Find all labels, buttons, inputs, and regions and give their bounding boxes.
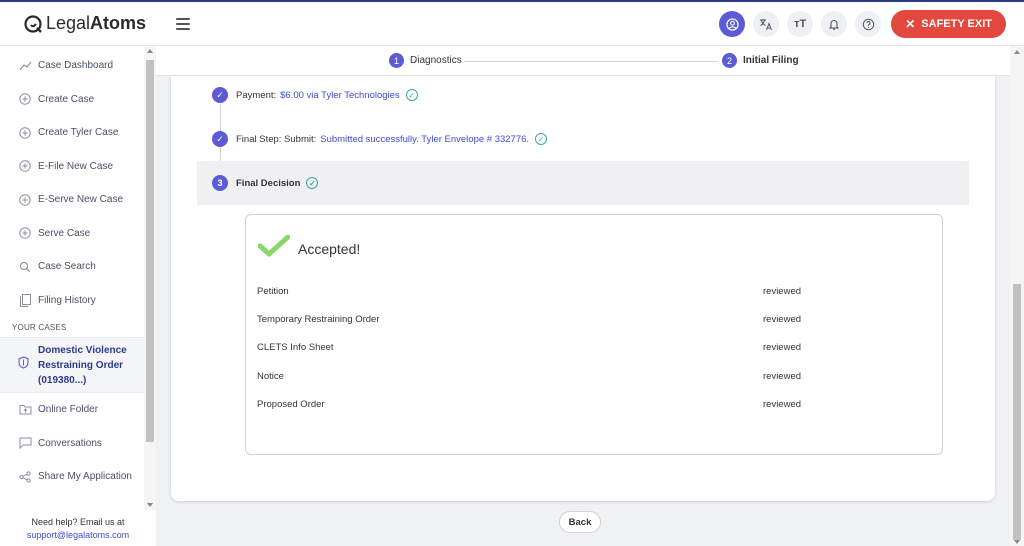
sidebar-item-case-dashboard[interactable]: Case Dashboard	[0, 49, 144, 83]
sidebar-item-online-folder[interactable]: Online Folder	[0, 393, 144, 427]
plus-circle-icon	[18, 126, 32, 140]
chat-icon	[18, 436, 32, 450]
step-number-badge: 3	[212, 175, 228, 191]
menu-toggle-button[interactable]	[176, 17, 190, 30]
check-circle-icon: ✓	[535, 133, 548, 145]
translate-icon[interactable]	[753, 11, 780, 37]
logo-icon	[24, 14, 44, 34]
scroll-down-arrow-icon[interactable]	[1014, 540, 1020, 544]
check-icon: ✓	[212, 131, 228, 147]
main-scrollbar[interactable]	[1010, 46, 1024, 546]
document-row: Temporary Restraining Order reviewed	[257, 314, 802, 325]
step-initial-filing[interactable]: 2 Initial Filing	[722, 53, 799, 68]
sidebar-item-serve-case[interactable]: Serve Case	[0, 217, 144, 251]
submit-step: ✓ Final Step: Submit: Submitted successf…	[212, 131, 548, 147]
sidebar-item-create-case[interactable]: Create Case	[0, 83, 144, 117]
logo[interactable]: LegalAtoms	[24, 13, 154, 34]
scroll-down-arrow-icon[interactable]	[147, 503, 153, 507]
your-cases-heading: YOUR CASES	[12, 322, 67, 332]
shield-icon	[18, 356, 32, 374]
main-scrollbar-thumb[interactable]	[1013, 284, 1021, 540]
plus-circle-icon	[18, 226, 32, 240]
green-checkmark-icon	[257, 234, 291, 262]
top-bar: LegalAtoms тT ✕ SAFETY EXIT	[0, 2, 1024, 46]
close-icon: ✕	[905, 17, 916, 31]
scroll-up-arrow-icon[interactable]	[1014, 50, 1020, 54]
share-icon	[18, 470, 32, 484]
document-status: reviewed	[763, 399, 802, 410]
support-email-link[interactable]: support@legalatoms.com	[27, 530, 129, 540]
progress-stepper: 1 Diagnostics 2 Initial Filing	[156, 46, 1010, 76]
sidebar-item-case-search[interactable]: Case Search	[0, 250, 144, 284]
back-button[interactable]: Back	[559, 511, 601, 533]
document-row: CLETS Info Sheet reviewed	[257, 342, 802, 353]
payment-value: $6.00 via Tyler Technologies	[280, 89, 400, 101]
scroll-up-arrow-icon[interactable]	[147, 49, 153, 53]
filing-status-card: ✓ Payment: $6.00 via Tyler Technologies …	[171, 76, 995, 501]
help-footer: Need help? Email us at support@legalatom…	[0, 510, 156, 546]
sidebar-nav: Case Dashboard Create Case Create Tyler …	[0, 46, 144, 510]
search-icon	[18, 260, 32, 274]
document-row: Petition reviewed	[257, 286, 802, 297]
document-row: Notice reviewed	[257, 371, 802, 382]
document-status: reviewed	[763, 371, 802, 382]
sidebar-scrollbar-thumb[interactable]	[146, 60, 154, 442]
help-icon[interactable]	[855, 11, 882, 37]
user-icon[interactable]	[719, 11, 746, 37]
sidebar-item-eserve-new-case[interactable]: E-Serve New Case	[0, 183, 144, 217]
document-row: Proposed Order reviewed	[257, 399, 802, 410]
check-icon: ✓	[212, 87, 228, 103]
sidebar-item-filing-history[interactable]: Filing History	[0, 284, 144, 318]
payment-step: ✓ Payment: $6.00 via Tyler Technologies …	[212, 87, 418, 103]
result-title: Accepted!	[298, 240, 361, 257]
plus-circle-icon	[18, 193, 32, 207]
safety-exit-button[interactable]: ✕ SAFETY EXIT	[891, 10, 1006, 38]
sidebar-item-conversations[interactable]: Conversations	[0, 427, 144, 461]
plus-circle-icon	[18, 92, 32, 106]
help-text: Need help? Email us at	[31, 517, 125, 527]
sidebar-scrollbar[interactable]	[144, 46, 156, 510]
sidebar-item-efile-new-case[interactable]: E-File New Case	[0, 150, 144, 184]
folder-upload-icon	[18, 403, 32, 417]
trend-icon	[18, 59, 32, 73]
final-decision-step[interactable]: 3 Final Decision ✓	[197, 161, 969, 205]
text-size-icon[interactable]: тT	[787, 11, 814, 37]
document-icon	[18, 293, 32, 307]
result-header: Accepted!	[257, 234, 361, 262]
document-status: reviewed	[763, 286, 802, 297]
step-diagnostics[interactable]: 1 Diagnostics	[389, 53, 462, 68]
plus-circle-icon	[18, 159, 32, 173]
check-circle-icon: ✓	[306, 177, 319, 189]
bell-icon[interactable]	[821, 11, 848, 37]
sidebar-item-create-tyler-case[interactable]: Create Tyler Case	[0, 116, 144, 150]
check-circle-icon: ✓	[405, 89, 418, 101]
sidebar: Case Dashboard Create Case Create Tyler …	[0, 46, 156, 546]
decision-result-box: Accepted! Petition reviewed Temporary Re…	[245, 214, 943, 455]
document-status: reviewed	[763, 314, 802, 325]
stepper-connector	[464, 61, 718, 62]
document-status: reviewed	[763, 342, 802, 353]
sidebar-case-domestic-violence[interactable]: Domestic Violence Restraining Order (019…	[0, 337, 144, 393]
sidebar-item-share-application[interactable]: Share My Application	[0, 460, 144, 494]
submit-value: Submitted successfully. Tyler Envelope #…	[320, 133, 530, 145]
